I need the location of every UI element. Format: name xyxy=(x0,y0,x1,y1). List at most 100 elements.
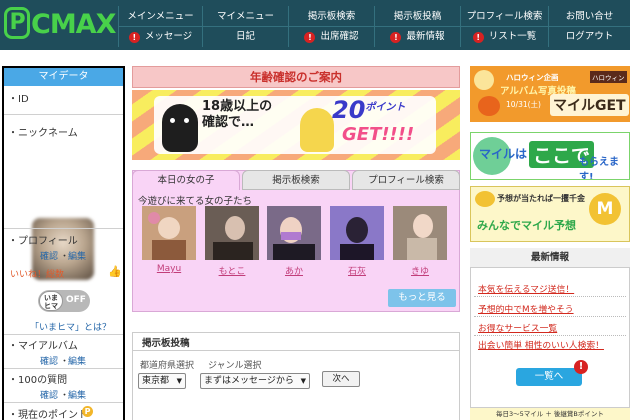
next-button[interactable]: 次へ xyxy=(322,371,360,387)
tab-board-search[interactable]: 掲示板検索 xyxy=(242,170,350,190)
more-button[interactable]: もっと見る xyxy=(388,289,456,307)
points-unit: ポイント xyxy=(365,102,406,113)
genre-label: ジャンル選択 xyxy=(208,361,262,371)
album-label: ・マイアルバム xyxy=(8,341,78,352)
knob-top-text: いま xyxy=(44,294,58,302)
album-edit-link[interactable]: 編集 xyxy=(68,354,86,367)
genre-value: まずはメッセージから xyxy=(204,376,294,386)
nav-profile-search[interactable]: プロフィール検索 xyxy=(460,6,548,27)
nav-board-search[interactable]: 掲示板検索 xyxy=(288,6,374,27)
prefecture-select[interactable]: 東京都 ▼ xyxy=(138,373,186,389)
nav-message[interactable]: ! メッセージ xyxy=(118,26,202,47)
age-confirm-banner[interactable]: 18歳以上の 確認で… 20ポイント GET!!!! xyxy=(132,90,460,160)
questions-label: ・100の質問 xyxy=(8,375,68,386)
chevron-down-icon: ▼ xyxy=(176,377,182,385)
age-ad-points: 20ポイント xyxy=(332,96,405,124)
news-item-link[interactable]: 予想的中でMを増やそう xyxy=(478,302,574,315)
pumpkin-icon xyxy=(478,96,500,116)
tab-profile-search[interactable]: プロフィール検索 xyxy=(352,170,460,190)
questions-confirm-link[interactable]: 確認 xyxy=(40,388,58,401)
girl-name-link[interactable]: あか xyxy=(267,264,321,277)
nav-label: お問い合せ xyxy=(565,11,614,22)
knob-bottom-text: ヒマ xyxy=(44,302,58,310)
profile-edit-link[interactable]: 編集 xyxy=(68,249,86,262)
logo-text: CMAX xyxy=(31,9,116,40)
nav-list[interactable]: ! リスト一覧 xyxy=(460,26,548,47)
tab-todays-girls[interactable]: 本日の女の子 xyxy=(132,170,240,190)
nav-latest-info[interactable]: ! 最新情報 xyxy=(374,26,460,47)
divider xyxy=(4,334,123,335)
girl-name-link[interactable]: もとこ xyxy=(205,264,259,277)
mile-coin-icon: M xyxy=(589,193,621,225)
halloween-banner[interactable]: ハロウィン ハロウィン企画 アルバム写真投稿 10/31(土) マイルGET xyxy=(470,66,630,122)
alert-icon: ! xyxy=(304,32,316,43)
alert-icon: ! xyxy=(574,360,588,374)
thumbs-up-icon: 👍 xyxy=(108,265,122,278)
board-post-title: 掲示板投稿 xyxy=(142,338,190,349)
girl-photo[interactable] xyxy=(267,206,321,260)
duck-mascot-icon xyxy=(300,108,334,152)
nav-label: 掲示板投稿 xyxy=(393,11,442,22)
girl-photo[interactable] xyxy=(205,206,259,260)
mile-line1: マイルは xyxy=(479,147,528,161)
nav-label: メッセージ xyxy=(144,31,193,42)
genre-select[interactable]: まずはメッセージから ▼ xyxy=(200,373,310,389)
halloween-line1: ハロウィン企画 xyxy=(506,73,559,82)
girl-name-link[interactable]: 石灰 xyxy=(330,264,384,277)
news-title: 最新情報 xyxy=(470,248,630,268)
divider xyxy=(4,402,123,403)
girls-caption: 今遊びに来てる女の子たち xyxy=(138,196,253,207)
moon-icon xyxy=(474,70,494,90)
divider xyxy=(4,228,123,229)
halloween-date: 10/31(土) xyxy=(506,100,541,109)
imahima-help-link[interactable]: 「いまヒマ」とは？ xyxy=(30,320,111,333)
forecast-line1: 予想が当たれば一攫千金 xyxy=(497,194,585,203)
girl-name-link[interactable]: Mayu xyxy=(142,264,196,274)
nav-label: メインメニュー xyxy=(127,11,194,22)
imahima-toggle[interactable]: いま ヒマ OFF xyxy=(38,290,90,312)
nav-label: 掲示板検索 xyxy=(307,11,356,22)
list-button[interactable]: 一覧へ xyxy=(516,368,582,386)
news-item-link[interactable]: お得なサービス一覧 xyxy=(478,321,557,334)
prefecture-label: 都道府県選択 xyxy=(140,361,195,371)
mile-banner[interactable]: マイルは ここで もらえます! xyxy=(470,132,630,180)
profile-confirm-link[interactable]: 確認 xyxy=(40,249,58,262)
alert-icon: ! xyxy=(472,32,484,43)
nav-label: 日記 xyxy=(235,31,255,42)
divider xyxy=(132,350,460,351)
news-item-link[interactable]: 本気を伝えるマジ送信！ xyxy=(478,282,574,295)
girl-photo[interactable] xyxy=(142,206,196,260)
imahima-state: OFF xyxy=(66,295,86,305)
nav-label: リスト一覧 xyxy=(488,31,537,42)
logo[interactable]: P CMAX xyxy=(4,7,116,43)
logo-p-mark: P xyxy=(4,7,30,39)
girl-photo[interactable] xyxy=(393,206,447,260)
nav-attendance[interactable]: ! 出席確認 xyxy=(288,26,374,47)
nav-main-menu[interactable]: メインメニュー xyxy=(118,6,202,27)
age-ad-text: 18歳以上の 確認で… xyxy=(202,99,272,131)
points-value: 20 xyxy=(332,96,366,124)
nav-my-menu[interactable]: マイメニュー xyxy=(202,6,288,27)
news-item-link[interactable]: 出会い簡単 相性のいい人検索！ xyxy=(478,338,604,351)
girl-name-link[interactable]: きゆ xyxy=(393,264,447,277)
age-confirm-title: 年齢確認のご案内 xyxy=(132,66,460,88)
divider xyxy=(474,296,626,297)
nav-contact[interactable]: お問い合せ xyxy=(548,6,630,27)
nav-board-post[interactable]: 掲示板投稿 xyxy=(374,6,460,27)
halloween-tag: ハロウィン xyxy=(590,71,627,83)
points-label: ・現在のポイント xyxy=(8,410,88,420)
girl-photo[interactable] xyxy=(330,206,384,260)
nav-diary[interactable]: 日記 xyxy=(202,26,288,47)
questions-edit-link[interactable]: 編集 xyxy=(68,388,86,401)
alert-icon: ! xyxy=(128,32,140,43)
mile-line3: もらえます! xyxy=(579,157,619,180)
sidebar-header: マイデータ xyxy=(4,68,123,86)
divider xyxy=(474,335,626,336)
prefecture-value: 東京都 xyxy=(142,376,170,386)
mile-forecast-banner[interactable]: 予想が当たれば一攫千金 みんなでマイル予想 M xyxy=(470,186,630,242)
nav-logout[interactable]: ログアウト xyxy=(548,26,630,47)
bottom-ad-banner[interactable]: 毎日3～5マイル ＋ 後継賞Bポイント xyxy=(470,408,630,420)
album-confirm-link[interactable]: 確認 xyxy=(40,354,58,367)
age-ad-line1: 18歳以上の xyxy=(202,99,273,114)
nav-label: 最新情報 xyxy=(406,31,445,42)
